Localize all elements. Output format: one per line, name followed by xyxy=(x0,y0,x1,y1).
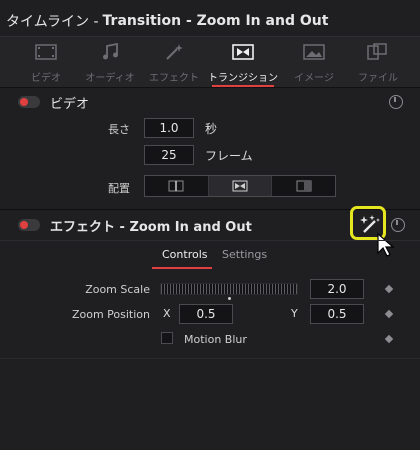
tab-video-label: ビデオ xyxy=(31,73,61,84)
zoom-scale-field[interactable]: 2.0 xyxy=(310,279,364,299)
alignment-label: 配置 xyxy=(108,182,130,195)
seconds-unit: 秒 xyxy=(205,122,218,136)
motion-blur-checkbox[interactable] xyxy=(161,332,173,344)
inspector-tabs: ビデオ オーディオ エフェクト トランジション イメージ ファイル xyxy=(0,36,420,88)
tab-image[interactable]: イメージ xyxy=(282,41,346,85)
motion-blur-label: Motion Blur xyxy=(184,333,247,346)
video-enable-toggle[interactable] xyxy=(18,96,40,108)
tab-image-label: イメージ xyxy=(294,73,334,84)
video-section-header: ビデオ xyxy=(0,88,420,116)
bottom-divider xyxy=(0,358,420,359)
file-icon xyxy=(364,41,392,63)
duration-label: 長さ xyxy=(108,123,130,136)
frames-unit: フレーム xyxy=(205,149,253,163)
zoom-scale-keyframe-icon[interactable] xyxy=(384,284,394,294)
effect-reset-icon[interactable] xyxy=(391,218,405,232)
subtab-active-underline xyxy=(152,267,212,269)
slider-default-marker xyxy=(228,297,231,300)
inspector-panel: タイムライン - Transition - Zoom In and Out ビデ… xyxy=(0,0,420,450)
inspector-title: タイムライン - Transition - Zoom In and Out xyxy=(6,8,414,34)
effect-enable-toggle[interactable] xyxy=(18,219,40,231)
tab-effect-label: エフェクト xyxy=(149,73,199,84)
y-label: Y xyxy=(291,307,298,320)
video-reset-icon[interactable] xyxy=(389,95,403,109)
align-end-button[interactable] xyxy=(272,176,335,196)
zoom-scale-label: Zoom Scale xyxy=(85,283,150,296)
tab-audio-label: オーディオ xyxy=(85,73,135,84)
tab-audio[interactable]: オーディオ xyxy=(78,41,142,85)
motion-blur-keyframe-icon[interactable] xyxy=(384,334,394,344)
align-center-button[interactable] xyxy=(208,176,273,196)
duration-frames-field[interactable]: 25 xyxy=(144,145,194,165)
alignment-selector xyxy=(144,175,336,197)
align-start-button[interactable] xyxy=(145,176,209,196)
active-tab-underline xyxy=(212,85,274,87)
zoom-position-x-field[interactable]: 0.5 xyxy=(179,304,233,324)
tab-effect[interactable]: エフェクト xyxy=(142,41,206,85)
video-frame-icon xyxy=(32,41,60,63)
image-icon xyxy=(300,41,328,63)
zoom-position-keyframe-icon[interactable] xyxy=(384,309,394,319)
magic-wand-icon xyxy=(160,41,188,63)
align-end-icon xyxy=(296,180,312,192)
align-center-icon xyxy=(232,180,248,192)
video-section-title: ビデオ xyxy=(50,96,90,112)
transition-icon xyxy=(229,41,257,63)
subtab-controls[interactable]: Controls xyxy=(162,248,208,261)
duration-seconds-field[interactable]: 1.0 xyxy=(144,118,194,138)
tab-file-label: ファイル xyxy=(358,73,398,84)
tab-file[interactable]: ファイル xyxy=(346,41,410,85)
zoom-position-y-field[interactable]: 0.5 xyxy=(310,304,364,324)
tab-video[interactable]: ビデオ xyxy=(14,41,78,85)
zoom-scale-slider[interactable] xyxy=(160,283,298,295)
title-main: Transition - Zoom In and Out xyxy=(102,13,329,29)
align-start-icon xyxy=(168,180,184,192)
effect-section-title: エフェクト - Zoom In and Out xyxy=(50,219,252,235)
effect-subtabs: Controls Settings xyxy=(0,240,420,270)
subtab-settings[interactable]: Settings xyxy=(222,248,267,261)
tab-transition-label: トランジション xyxy=(208,73,278,84)
tab-transition[interactable]: トランジション xyxy=(208,41,278,87)
title-prefix: タイムライン - xyxy=(6,14,99,30)
x-label: X xyxy=(163,307,171,320)
zoom-position-label: Zoom Position xyxy=(71,308,150,321)
music-note-icon xyxy=(96,41,124,63)
